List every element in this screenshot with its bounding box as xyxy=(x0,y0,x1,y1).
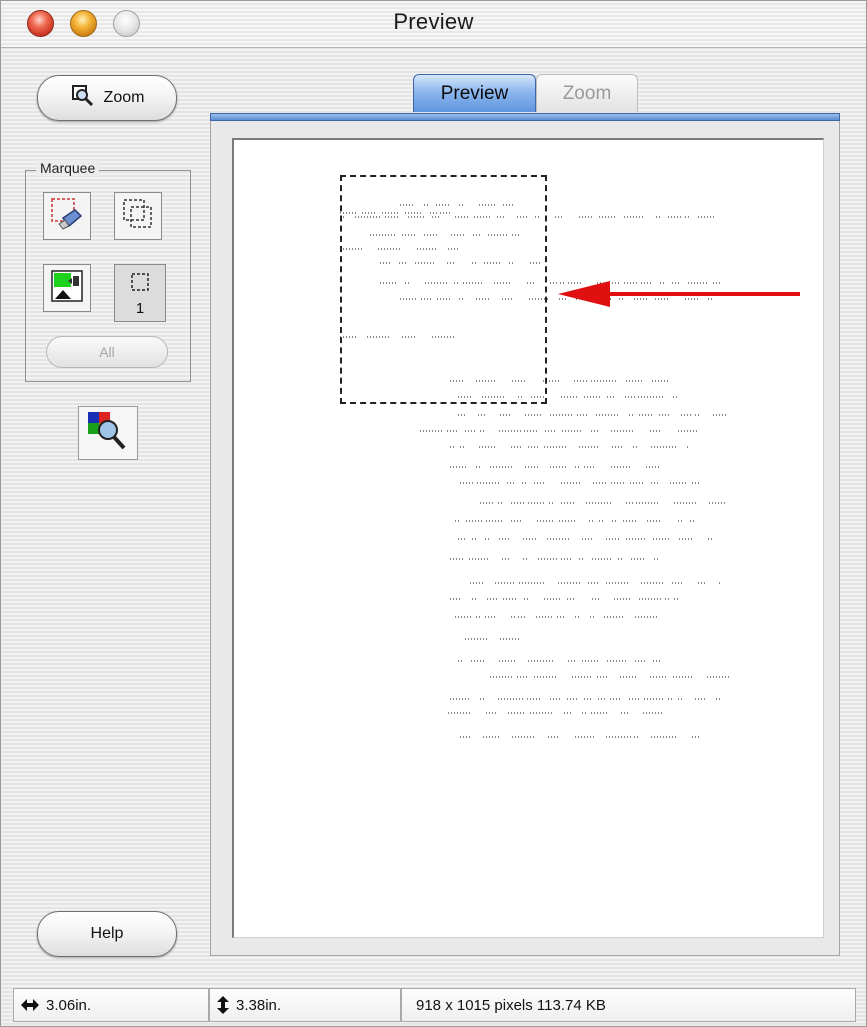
zoom-button-label: Zoom xyxy=(103,89,145,106)
select-all-label: All xyxy=(99,344,115,360)
status-width-value: 3.06in. xyxy=(46,996,92,1014)
vertical-size-icon xyxy=(216,995,230,1015)
window-title: Preview xyxy=(393,9,474,34)
title-bar[interactable]: Preview xyxy=(1,1,866,48)
tab-preview[interactable]: Preview xyxy=(413,74,536,112)
status-width: 3.06in. xyxy=(13,988,209,1022)
auto-select-icon xyxy=(47,266,87,311)
horizontal-size-icon xyxy=(20,998,40,1012)
marquee-label: Marquee xyxy=(36,160,100,176)
help-button-label: Help xyxy=(90,925,124,942)
help-button[interactable]: Help xyxy=(37,911,177,957)
marquee-overlap-button[interactable] xyxy=(114,192,162,240)
status-info: 918 x 1015 pixels 113.74 KB xyxy=(401,988,856,1022)
zoom-button[interactable]: Zoom xyxy=(37,75,177,121)
view-tabs: Preview Zoom xyxy=(413,74,638,114)
marquee-counter-icon xyxy=(129,271,151,298)
tab-strip xyxy=(210,113,840,121)
select-all-button[interactable]: All xyxy=(46,336,168,368)
red-arrow-annotation xyxy=(558,281,800,307)
scan-preview-button[interactable] xyxy=(78,406,138,460)
marquee-select-button[interactable] xyxy=(43,192,91,240)
status-height-value: 3.38in. xyxy=(236,996,282,1014)
tab-zoom[interactable]: Zoom xyxy=(536,74,638,112)
marquee-count: 1 xyxy=(135,300,145,317)
marquee-select-icon xyxy=(47,194,87,239)
status-height: 3.38in. xyxy=(209,988,401,1022)
marquee-counter: 1 xyxy=(114,264,166,322)
zoom-magnifier-icon xyxy=(70,83,96,114)
auto-select-button[interactable] xyxy=(43,264,91,312)
marquee-overlap-icon xyxy=(118,194,158,239)
selection-marquee[interactable] xyxy=(340,175,547,404)
preview-window: Preview Zoom Marquee 1 All Help Preview … xyxy=(0,0,867,1027)
scan-magnifier-icon xyxy=(84,408,132,459)
